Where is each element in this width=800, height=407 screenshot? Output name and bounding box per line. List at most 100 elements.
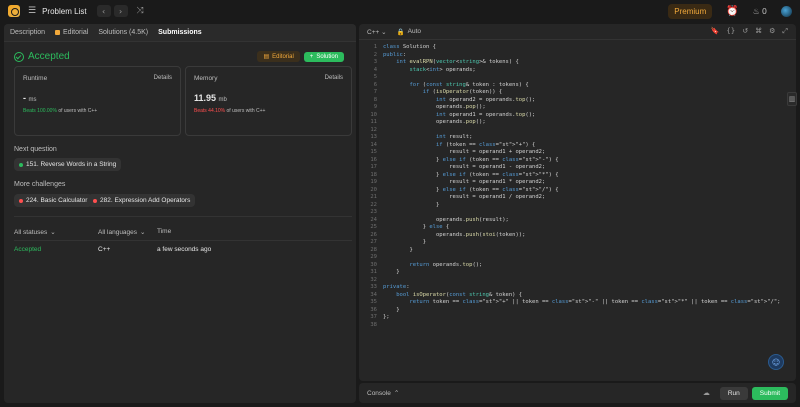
code-line[interactable]: 9 operands.pop(); <box>359 104 796 112</box>
divider <box>14 240 352 241</box>
premium-button[interactable]: Premium <box>668 3 713 19</box>
assistant-button[interactable]: ☺ <box>768 354 784 370</box>
problem-list-link[interactable]: Problem List <box>42 7 86 16</box>
code-line[interactable]: 7 if (isOperator(token)) { <box>359 89 796 97</box>
line-number: 4 <box>373 66 377 73</box>
code-line[interactable]: 31 } <box>359 269 796 277</box>
challenge-title: 224. Basic Calculator <box>26 197 88 204</box>
runtime-value: - ms <box>23 93 172 103</box>
code-line[interactable]: 10 int operand1 = operands.top(); <box>359 112 796 120</box>
code-line[interactable]: 2 public: <box>359 52 796 60</box>
code-line[interactable]: 17 result = operand1 - operand2; <box>359 164 796 172</box>
code-line[interactable]: 30 return operands.top(); <box>359 262 796 270</box>
runtime-details-link[interactable]: Details <box>154 75 172 81</box>
code-line[interactable]: 24 operands.push(result); <box>359 217 796 225</box>
language-select[interactable]: C++ ⌄ <box>367 28 387 36</box>
code-line[interactable]: 29 <box>359 254 796 262</box>
code-text: if (token == class="st">"+") { <box>435 141 536 148</box>
status-filter[interactable]: All statuses ⌄ <box>14 228 56 237</box>
code-line[interactable]: 33 private: <box>359 284 796 292</box>
prev-problem-button[interactable]: ‹ <box>96 5 111 17</box>
shuffle-icon[interactable]: ⤨ <box>137 6 144 16</box>
code-line[interactable]: 4 stack<int> operands; <box>359 67 796 75</box>
autocomplete-toggle[interactable]: 🔒 Auto <box>397 28 421 36</box>
code-line[interactable]: 36 } <box>359 307 796 315</box>
code-line[interactable]: 28 } <box>359 247 796 255</box>
code-line[interactable]: 20 } else if (token == class="st">"/") { <box>359 187 796 195</box>
code-text: } else if (token == class="st">"-") { <box>383 156 559 163</box>
code-line[interactable]: 23 <box>359 209 796 217</box>
avatar[interactable] <box>781 5 792 17</box>
notes-tab[interactable]: ▥ <box>787 92 797 106</box>
cloud-icon[interactable]: ☁ <box>703 389 710 397</box>
code-line[interactable]: 11 operands.pop(); <box>359 119 796 127</box>
tab-solutions[interactable]: Solutions (4.5K) <box>98 29 148 36</box>
shortcut-icon[interactable]: ⌘ <box>755 27 762 36</box>
row-status[interactable]: Accepted <box>14 246 41 253</box>
submit-button[interactable]: Submit <box>751 386 788 400</box>
code-text: } else if (token == class="st">"/") { <box>383 186 559 193</box>
code-line[interactable]: 3 int evalRPN(vector<string>& tokens) { <box>359 59 796 67</box>
code-line[interactable]: 25 } else { <box>359 224 796 232</box>
code-line[interactable]: 1 class Solution { <box>359 44 796 52</box>
code-line[interactable]: 6 for (const string& token : tokens) { <box>359 82 796 90</box>
row-time: a few seconds ago <box>157 246 212 253</box>
code-area[interactable]: 1 class Solution {2 public: 3 int evalRPN(v… <box>359 44 796 329</box>
tab-description[interactable]: Description <box>10 29 45 36</box>
line-number: 10 <box>370 111 377 118</box>
code-line[interactable]: 34 bool isOperator(const string& token) … <box>359 292 796 300</box>
language-filter[interactable]: All languages ⌄ <box>98 228 145 237</box>
code-line[interactable]: 12 <box>359 127 796 135</box>
code-text: for (const string& token : tokens) { <box>409 81 529 88</box>
code-line[interactable]: 18 } else if (token == class="st">"*") { <box>359 172 796 180</box>
code-line[interactable]: 14 if (token == class="st">"+") { <box>359 142 796 150</box>
next-problem-button[interactable]: › <box>113 5 128 17</box>
reset-icon[interactable]: ↺ <box>742 27 748 36</box>
tab-editorial[interactable]: Editorial <box>55 29 88 36</box>
alarm-icon[interactable]: ⏰ <box>726 6 738 17</box>
memory-details-link[interactable]: Details <box>325 75 343 81</box>
line-number: 31 <box>370 269 377 275</box>
code-line[interactable]: 27 } <box>359 239 796 247</box>
console-toggle[interactable]: Console ⌃ <box>367 389 400 398</box>
streak-counter[interactable]: ♨ 0 <box>753 7 767 16</box>
fullscreen-icon[interactable]: ⤢ <box>782 27 788 36</box>
code-line[interactable]: 21 result = operand1 / operand2; <box>359 194 796 202</box>
solution-button[interactable]: + Solution <box>303 51 344 62</box>
line-number: 7 <box>373 89 377 95</box>
code-line[interactable]: 22 } <box>359 202 796 210</box>
line-number: 29 <box>370 254 377 260</box>
code-line[interactable]: 13 int result; <box>359 134 796 142</box>
run-button[interactable]: Run <box>719 386 748 400</box>
code-line[interactable]: 26 operands.push(stoi(token)); <box>359 232 796 240</box>
code-line[interactable]: 35 return token == class="st">"+" || tok… <box>359 299 796 307</box>
difficulty-dot <box>93 198 97 203</box>
code-line[interactable]: 32 <box>359 277 796 285</box>
line-number: 23 <box>370 209 377 215</box>
code-line[interactable]: 19 result = operand1 * operand2; <box>359 179 796 187</box>
chevron-up-icon: ⌃ <box>393 390 400 397</box>
code-line[interactable]: 15 result = operand1 + operand2; <box>359 149 796 157</box>
code-line[interactable]: 8 int operand2 = operands.top(); <box>359 97 796 105</box>
braces-icon[interactable]: {} <box>726 27 735 36</box>
code-line[interactable]: 16 } else if (token == class="st">"-") { <box>359 157 796 165</box>
code-line[interactable]: 38 <box>359 322 796 330</box>
memory-card[interactable]: Memory Details 11.95 mb Beats 44.10% of … <box>185 66 352 136</box>
editor-toolbar: C++ ⌄ 🔒 Auto 🔖 {} ↺ ⌘ ⚙ ⤢ <box>359 24 796 40</box>
runtime-card[interactable]: Runtime Details - ms Beats 100.00% of us… <box>14 66 181 136</box>
line-number: 14 <box>370 141 377 148</box>
settings-icon[interactable]: ⚙ <box>769 27 775 36</box>
code-line[interactable]: 5 <box>359 74 796 82</box>
challenge-chip[interactable]: 282. Expression Add Operators <box>88 194 196 207</box>
challenge-title: 282. Expression Add Operators <box>100 197 191 204</box>
editorial-button[interactable]: ▤ Editorial <box>257 51 300 62</box>
next-question-chip[interactable]: 151. Reverse Words in a String <box>14 158 122 171</box>
list-icon[interactable]: ☰ <box>28 6 36 16</box>
challenge-chip[interactable]: 224. Basic Calculator <box>14 194 93 207</box>
logo-icon[interactable] <box>8 5 20 17</box>
notes-icon: ▥ <box>788 95 796 103</box>
line-number: 32 <box>370 276 377 283</box>
tab-submissions[interactable]: Submissions <box>158 29 202 36</box>
code-line[interactable]: 37}; <box>359 314 796 322</box>
bookmark-icon[interactable]: 🔖 <box>711 27 720 36</box>
